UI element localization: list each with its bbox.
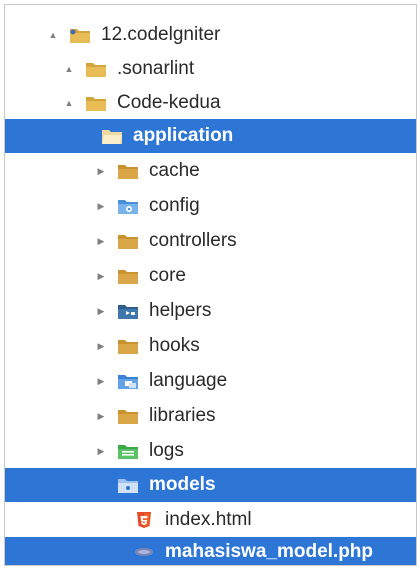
tree-item-label: config [149, 195, 200, 216]
tree-item-label: core [149, 265, 186, 286]
collapsed-arrow-icon[interactable]: ▶ [93, 198, 109, 214]
expanded-arrow-icon[interactable]: ▲ [61, 95, 77, 111]
tree-item-label: mahasiswa_model.php [165, 541, 374, 562]
tree-item-hooks[interactable]: ▶ hooks [5, 329, 416, 363]
logs-folder-icon [118, 445, 138, 459]
tree-item-core[interactable]: ▶ core [5, 259, 416, 293]
tree-item-label: language [149, 370, 228, 391]
tree-item-models[interactable]: models [5, 468, 416, 502]
tree-item-label: cache [149, 160, 200, 181]
expanded-arrow-icon[interactable]: ▲ [45, 27, 61, 43]
tree-item-controllers[interactable]: ▶ controllers [5, 224, 416, 258]
tree-item-libraries[interactable]: ▶ libraries [5, 399, 416, 433]
folder-icon [86, 63, 106, 77]
helpers-folder-icon [118, 305, 138, 319]
tree-item-index-html[interactable]: index.html [5, 503, 416, 537]
tree-item-config[interactable]: ▶ config [5, 189, 416, 223]
project-folder-icon [70, 29, 90, 43]
tree-item-label: 12.codelgniter [101, 24, 221, 45]
language-folder-icon [118, 375, 138, 389]
php-file-icon [135, 548, 153, 556]
tree-item-label: controllers [149, 230, 237, 251]
collapsed-arrow-icon[interactable]: ▶ [93, 303, 109, 319]
collapsed-arrow-icon[interactable]: ▶ [93, 233, 109, 249]
tree-item-sonarlint[interactable]: ▲ .sonarlint [5, 52, 416, 86]
tree-item-helpers[interactable]: ▶ helpers [5, 294, 416, 328]
tree-item-cache[interactable]: ▶ cache [5, 154, 416, 188]
project-explorer-panel: ▲ 12.codelgniter ▲ .sonarlint ▲ Code-ked… [4, 4, 417, 566]
tree-item-language[interactable]: ▶ language [5, 364, 416, 398]
collapsed-arrow-icon[interactable]: ▶ [93, 268, 109, 284]
tree-item-mahasiswa-model-php[interactable]: mahasiswa_model.php [5, 537, 416, 565]
html5-file-icon [137, 512, 151, 528]
tree-item-code-kedua[interactable]: ▲ Code-kedua [5, 86, 416, 120]
tree-item-12-codeigniter[interactable]: ▲ 12.codelgniter [5, 18, 416, 52]
collapsed-arrow-icon[interactable]: ▶ [93, 373, 109, 389]
collapsed-arrow-icon[interactable]: ▶ [93, 443, 109, 459]
tree-item-label: index.html [165, 509, 252, 530]
expanded-arrow-icon[interactable] [77, 128, 93, 144]
tree-item-label: hooks [149, 335, 200, 356]
expanded-arrow-icon[interactable]: ▲ [61, 61, 77, 77]
tree-item-logs[interactable]: ▶ logs [5, 434, 416, 468]
tree-item-label: .sonarlint [117, 58, 195, 79]
folder-icon [118, 235, 138, 249]
tree-item-label: application [133, 125, 234, 146]
collapsed-arrow-icon[interactable]: ▶ [93, 163, 109, 179]
tree-item-label: models [149, 474, 216, 495]
folder-icon [86, 97, 106, 111]
folder-icon [118, 410, 138, 424]
models-folder-icon [118, 479, 138, 493]
collapsed-arrow-icon[interactable]: ▶ [93, 408, 109, 424]
tree-item-label: libraries [149, 405, 216, 426]
tree-item-label: helpers [149, 300, 212, 321]
config-folder-icon [118, 200, 138, 214]
expanded-arrow-icon[interactable] [93, 477, 109, 493]
tree-item-label: Code-kedua [117, 92, 221, 113]
folder-icon [118, 340, 138, 354]
folder-open-icon [102, 130, 122, 144]
tree-item-application[interactable]: application [5, 119, 416, 153]
tree-item-label: logs [149, 440, 184, 461]
folder-icon [118, 270, 138, 284]
folder-icon [118, 165, 138, 179]
collapsed-arrow-icon[interactable]: ▶ [93, 338, 109, 354]
